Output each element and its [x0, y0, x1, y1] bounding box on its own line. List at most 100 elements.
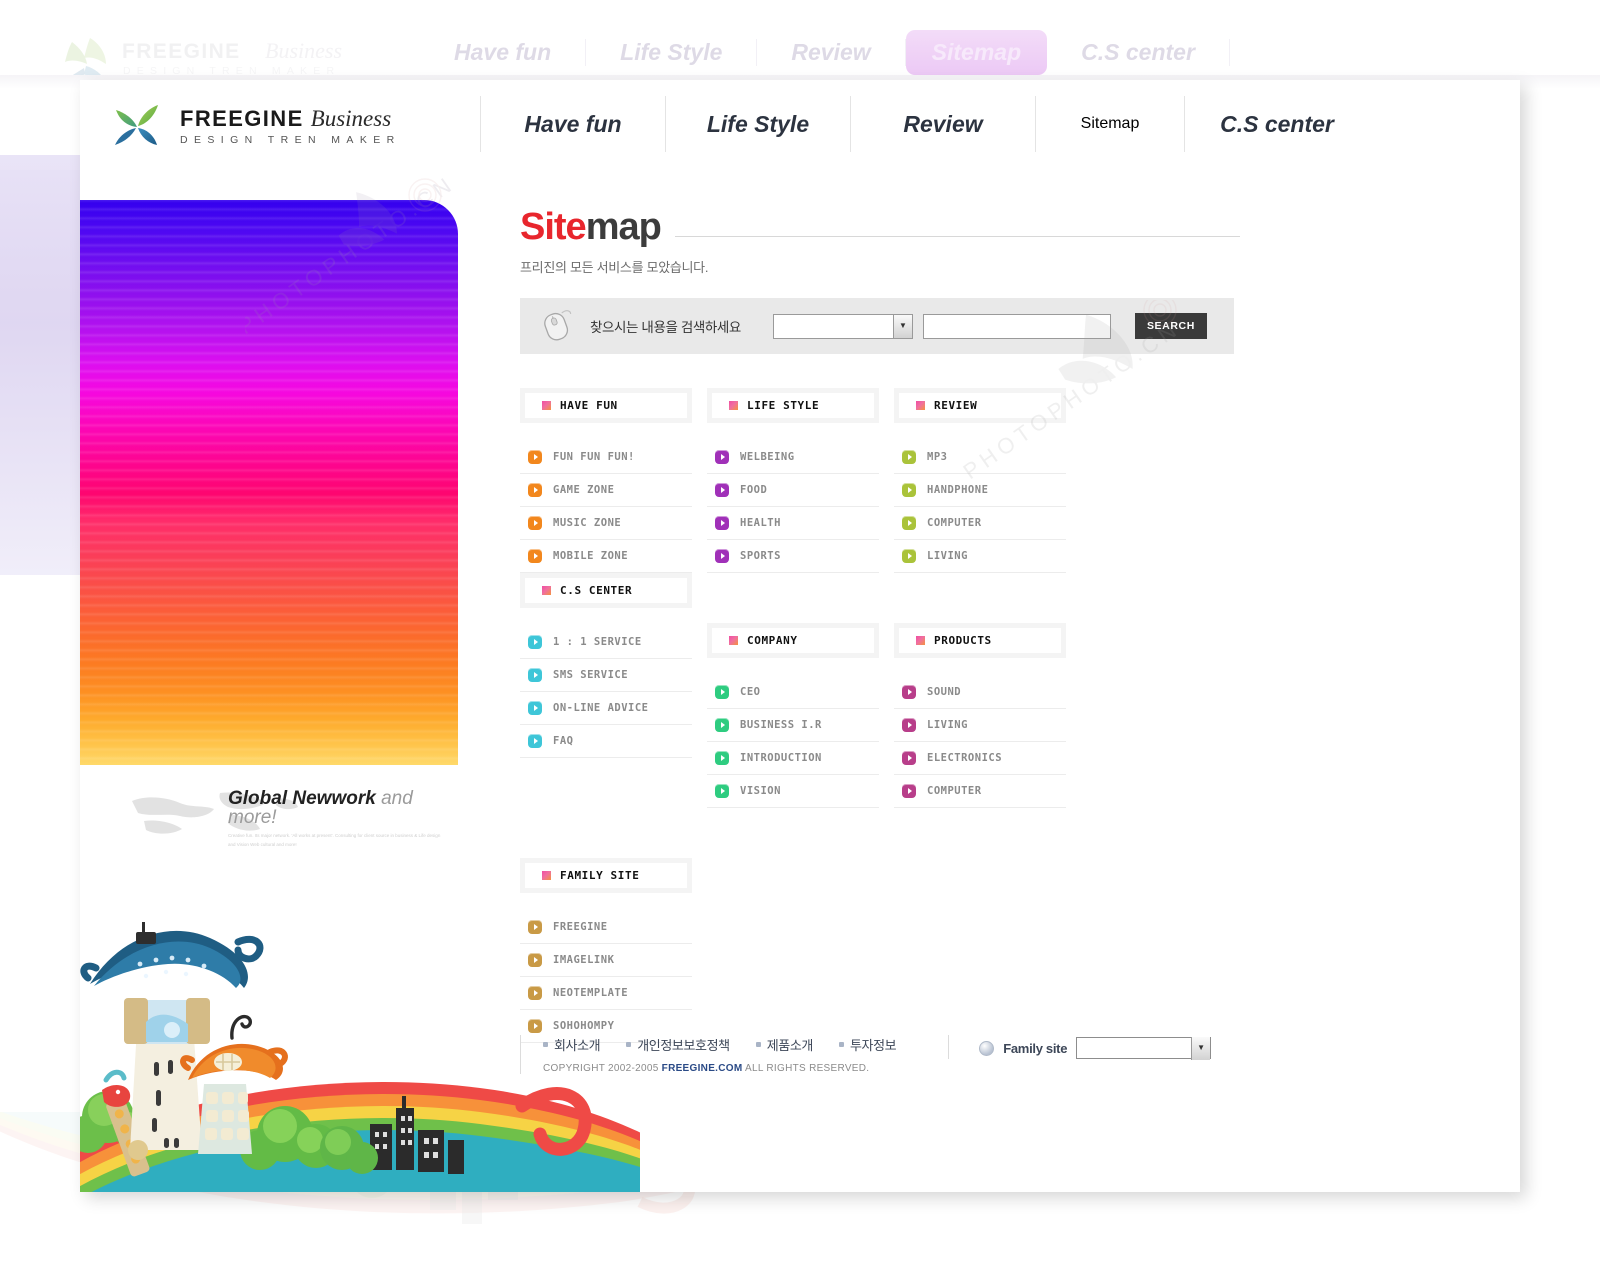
- svg-text:Business: Business: [265, 38, 342, 63]
- play-arrow-icon: [902, 784, 916, 798]
- list-item-label: INTRODUCTION: [740, 752, 822, 764]
- page-title-part2: map: [585, 206, 662, 248]
- list-item[interactable]: GAME ZONE: [520, 474, 692, 507]
- page-title: Sitemap: [520, 206, 662, 248]
- play-arrow-icon: [902, 483, 916, 497]
- search-category-select[interactable]: ▼: [772, 313, 913, 339]
- list-item-label: FAQ: [553, 735, 574, 747]
- list-item-label: LIVING: [927, 719, 968, 731]
- sitemap-section-header: C.S CENTER: [520, 573, 692, 608]
- list-item[interactable]: BUSINESS I.R: [707, 709, 879, 742]
- svg-text:FREEGINE: FREEGINE: [122, 40, 241, 63]
- bullet-square-icon: [542, 586, 551, 595]
- list-item-label: COMPUTER: [927, 517, 982, 529]
- sitemap-section-header: HAVE FUN: [520, 388, 692, 423]
- list-item[interactable]: MOBILE ZONE: [520, 540, 692, 573]
- play-arrow-icon: [715, 685, 729, 699]
- bullet-square-icon: [542, 401, 551, 410]
- copyright-brand: FREEGINE.COM: [661, 1063, 743, 1074]
- list-item[interactable]: COMPUTER: [894, 775, 1066, 808]
- family-site-label: Family site: [1003, 1040, 1068, 1056]
- footer-link-investor[interactable]: 투자정보: [838, 1035, 897, 1054]
- sitemap-column-have-fun: HAVE FUN FUN FUN FUN! GAME ZONE MUSIC ZO…: [520, 388, 692, 573]
- bullet-square-icon: [916, 401, 925, 410]
- list-item[interactable]: FAQ: [520, 725, 692, 758]
- list-item[interactable]: INTRODUCTION: [707, 742, 879, 775]
- footer-link-products[interactable]: 제품소개: [755, 1035, 814, 1054]
- nav-item-cs-center[interactable]: C.S center: [1185, 96, 1369, 152]
- list-item[interactable]: COMPUTER: [894, 507, 1066, 540]
- search-button[interactable]: SEARCH: [1134, 313, 1207, 339]
- fantasy-city-illustration: [80, 902, 655, 1192]
- play-arrow-icon: [715, 549, 729, 563]
- footer-link-privacy[interactable]: 개인정보보호정책: [626, 1035, 730, 1054]
- list-item[interactable]: 1 : 1 SERVICE: [520, 626, 692, 659]
- background-nav-item: Have fun: [420, 38, 587, 66]
- nav-item-life-style[interactable]: Life Style: [666, 96, 851, 152]
- list-item-label: HANDPHONE: [927, 484, 989, 496]
- nav-item-sitemap-label: Sitemap: [1080, 115, 1140, 132]
- list-item[interactable]: LIVING: [894, 540, 1066, 573]
- bullet-square-icon: [916, 636, 925, 645]
- mouse-icon: [536, 309, 580, 343]
- site-logo[interactable]: FREEGINE Business DESIGN TREN MAKER: [110, 102, 401, 150]
- play-arrow-icon: [902, 751, 916, 765]
- page-title-part1: Site: [520, 206, 587, 248]
- sitemap-section-header: PRODUCTS: [894, 623, 1066, 658]
- list-item[interactable]: LIVING: [894, 709, 1066, 742]
- list-item[interactable]: CEO: [707, 676, 879, 709]
- footer-link-label: 개인정보보호정책: [637, 1038, 730, 1053]
- rainbow-gradient-banner: [80, 200, 458, 765]
- play-arrow-icon: [902, 516, 916, 530]
- sitemap-column-empty: [707, 858, 879, 1043]
- family-site-select[interactable]: ▼: [1076, 1036, 1212, 1060]
- footer-link-label: 투자정보: [849, 1038, 897, 1053]
- list-item[interactable]: SPORTS: [707, 540, 879, 573]
- list-item-label: 1 : 1 SERVICE: [553, 636, 642, 648]
- play-arrow-icon: [528, 516, 542, 530]
- footer-link-label: 제품소개: [766, 1038, 814, 1053]
- list-item[interactable]: MUSIC ZONE: [520, 507, 692, 540]
- play-arrow-icon: [715, 718, 729, 732]
- logo-tagline: DESIGN TREN MAKER: [180, 133, 401, 146]
- site-header: FREEGINE Business DESIGN TREN MAKER Have …: [80, 80, 1520, 168]
- list-item[interactable]: MP3: [894, 441, 1066, 474]
- play-arrow-icon: [528, 701, 542, 715]
- list-item[interactable]: HANDPHONE: [894, 474, 1066, 507]
- list-item[interactable]: ELECTRONICS: [894, 742, 1066, 775]
- nav-item-have-fun[interactable]: Have fun: [480, 96, 666, 152]
- main-navigation: Have fun Life Style Review Sitemap C.S c…: [480, 80, 1369, 168]
- list-item[interactable]: WELBEING: [707, 441, 879, 474]
- sitemap-column-products: PRODUCTS SOUND LIVING ELECTRONICS COMPUT…: [894, 623, 1066, 808]
- list-item-label: ON-LINE ADVICE: [553, 702, 649, 714]
- sitemap-column-life-style: LIFE STYLE WELBEING FOOD HEALTH SPORTS: [707, 388, 879, 573]
- list-item[interactable]: FOOD: [707, 474, 879, 507]
- list-item[interactable]: HEALTH: [707, 507, 879, 540]
- list-item-label: FOOD: [740, 484, 768, 496]
- list-item[interactable]: SMS SERVICE: [520, 659, 692, 692]
- sitemap-column-company: COMPANY CEO BUSINESS I.R INTRODUCTION VI…: [707, 623, 879, 808]
- sitemap-item-list: SOUND LIVING ELECTRONICS COMPUTER: [894, 676, 1066, 808]
- list-item[interactable]: ON-LINE ADVICE: [520, 692, 692, 725]
- sitemap-section-title: PRODUCTS: [934, 634, 992, 647]
- play-arrow-icon: [715, 450, 729, 464]
- sitemap-item-list: WELBEING FOOD HEALTH SPORTS: [707, 441, 879, 573]
- bullet-square-icon: [729, 401, 738, 410]
- left-visual-column: Global Newwork and more! Creative fun. I…: [80, 200, 462, 847]
- sitemap-section-header: REVIEW: [894, 388, 1066, 423]
- sitemap-item-list: CEO BUSINESS I.R INTRODUCTION VISION: [707, 676, 879, 808]
- list-item-label: LIVING: [927, 550, 968, 562]
- list-item[interactable]: VISION: [707, 775, 879, 808]
- sitemap-section-title: LIFE STYLE: [747, 399, 820, 412]
- bullet-square-icon: [729, 636, 738, 645]
- play-arrow-icon: [715, 516, 729, 530]
- list-item[interactable]: FUN FUN FUN!: [520, 441, 692, 474]
- search-input[interactable]: [922, 313, 1111, 339]
- chevron-down-icon: ▼: [892, 314, 912, 338]
- list-item[interactable]: SOUND: [894, 676, 1066, 709]
- nav-item-review[interactable]: Review: [851, 96, 1036, 152]
- list-item-label: VISION: [740, 785, 781, 797]
- sitemap-section-header: LIFE STYLE: [707, 388, 879, 423]
- list-item-label: WELBEING: [740, 451, 795, 463]
- nav-item-sitemap[interactable]: Sitemap: [1036, 96, 1185, 152]
